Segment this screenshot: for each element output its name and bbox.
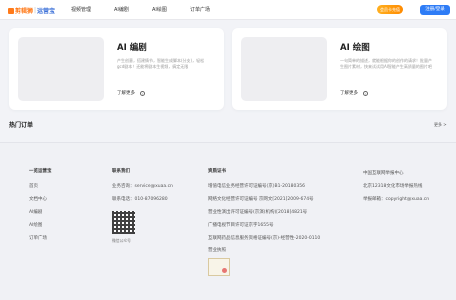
footer-col-title: 一览运营宝 (29, 169, 52, 174)
card-title: AI 编剧 (117, 43, 147, 53)
report-email: 举报邮箱：copyright@xuaa.cn (363, 197, 430, 202)
footer-link-docs[interactable]: 文档中心 (29, 196, 47, 202)
business-license-label: 营业执照 (208, 248, 226, 253)
nav-video-management[interactable]: 视频管理 (71, 6, 91, 13)
login-register-button[interactable]: 注册/登录 (420, 5, 450, 15)
contact-email: 业务咨询：service@xuaa.cn (112, 184, 173, 189)
top-header: 剪辑狮 | 运营宝 视频管理 AI编剧 AI绘图 订单广场 会员卡充值 注册/登… (0, 0, 456, 20)
report-hotline[interactable]: 北京12318文化市场举报热线 (363, 183, 422, 189)
license-line[interactable]: 互联网药品信息服务资格证编号(京)-经营性-2020-0110 (208, 235, 320, 241)
contact-phone: 联系电话：010-87096280 (112, 197, 168, 202)
membership-button[interactable]: 会员卡充值 (377, 5, 403, 14)
learn-more-label: 了解更多 (340, 91, 358, 96)
footer-link-ai-drawing[interactable]: AI绘图 (29, 222, 42, 228)
logo-icon (8, 7, 14, 14)
learn-more-link[interactable]: 了解更多 › (117, 90, 145, 96)
business-license-image[interactable] (208, 258, 230, 276)
footer-link-home[interactable]: 首页 (29, 183, 38, 189)
card-title: AI 绘图 (340, 43, 370, 53)
nav-ai-drawing[interactable]: AI绘图 (152, 6, 167, 13)
card-description: 产生创意，搭建情节，智能生成脚本(分支)，轻松gcd剧本！还能将剧本生视频，搞定… (117, 58, 205, 69)
nav-ai-script[interactable]: AI编剧 (114, 6, 129, 13)
wechat-qr-code (112, 211, 135, 234)
logo-text-primary: 剪辑狮 (15, 8, 34, 15)
card-image-placeholder (18, 37, 104, 101)
qr-caption: 微信公众号 (112, 238, 131, 243)
nav-order-plaza[interactable]: 订单广场 (190, 6, 210, 13)
license-line[interactable]: 广播电视节目许可证京字1655号 (208, 222, 273, 228)
feature-card-ai-drawing[interactable]: AI 绘图 一句简单的描述，就能根据你的创作的请求！批量产生图片素材，快来试试用… (232, 28, 447, 110)
license-line[interactable]: 网络文化经营许可证编号 京网文[2021]2009-674号 (208, 196, 314, 202)
arrow-circle-icon: › (140, 90, 145, 96)
license-line[interactable]: 增值电信业务经营许可证编号(京)B1-20180356 (208, 183, 305, 189)
footer-link-orders[interactable]: 订单广场 (29, 235, 47, 241)
learn-more-link[interactable]: 了解更多 › (340, 90, 368, 96)
learn-more-label: 了解更多 (117, 91, 135, 96)
report-center-link[interactable]: 中国互联网举报中心 (363, 170, 404, 176)
logo-separator: | (34, 7, 37, 14)
license-line[interactable]: 营业性演出许可证编号(京演(机构)[2018]4821号 (208, 209, 307, 215)
card-description: 一句简单的描述，就能根据你的创作的请求！批量产生图片素材，快来试试用AI智能产生… (340, 58, 432, 69)
arrow-circle-icon: › (363, 90, 368, 96)
footer-link-ai-script[interactable]: AI编剧 (29, 209, 42, 215)
logo-text-secondary: 运营宝 (37, 8, 56, 15)
hot-orders-more-link[interactable]: 更多 > (434, 122, 447, 128)
footer: 一览运营宝 首页 文档中心 AI编剧 AI绘图 订单广场 联系我们 业务咨询：s… (0, 142, 456, 300)
footer-col-title: 资质证书 (208, 169, 226, 174)
feature-card-ai-script[interactable]: AI 编剧 产生创意，搭建情节，智能生成脚本(分支)，轻松gcd剧本！还能将剧本… (9, 28, 224, 110)
card-image-placeholder (241, 37, 327, 101)
logo[interactable]: 剪辑狮 | 运营宝 (8, 6, 55, 15)
footer-col-title: 联系我们 (112, 169, 130, 174)
hot-orders-title: 热门订单 (9, 122, 34, 129)
